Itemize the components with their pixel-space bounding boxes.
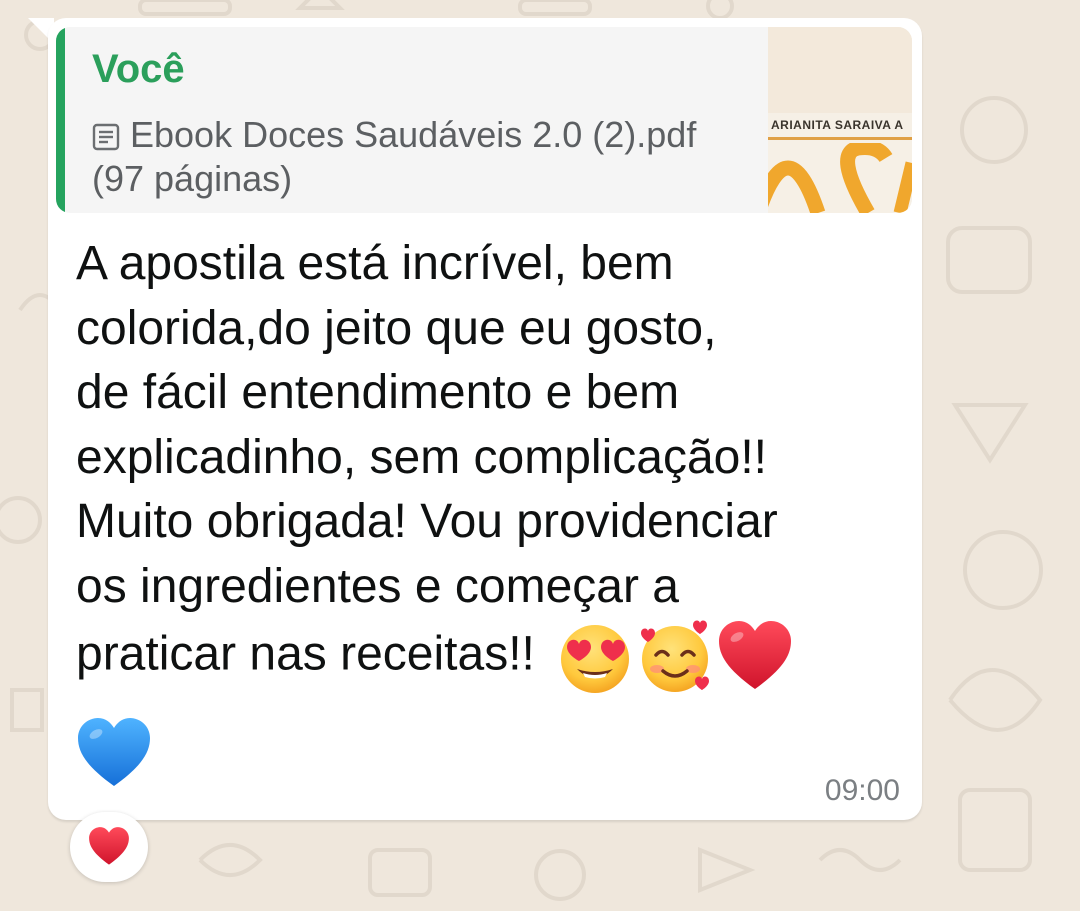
quoted-message[interactable]: Você Ebook Doces Saudáveis 2.0 (2).pdf (9… [56, 27, 912, 213]
heart-eyes-emoji [560, 625, 629, 693]
message-bubble[interactable]: Você Ebook Doces Saudáveis 2.0 (2).pdf (9… [48, 18, 922, 820]
smiling-face-with-hearts-emoji [640, 620, 709, 692]
thumbnail-author-text: ARIANITA SARAIVA A [771, 118, 904, 132]
red-heart-emoji [718, 621, 791, 689]
blue-heart-emoji [78, 718, 150, 786]
document-icon [92, 123, 120, 151]
quote-author: Você [92, 47, 185, 91]
red-heart-icon [89, 827, 129, 865]
message-timestamp: 09:00 [824, 774, 900, 807]
ebook-thumbnail[interactable]: ARIANITA SARAIVA A [768, 27, 912, 213]
quoted-file-info: Ebook Doces Saudáveis 2.0 (2).pdf (97 pág… [92, 113, 762, 201]
message-body: A apostila está incrível, bem colorida,d… [76, 237, 778, 681]
reaction-badge[interactable] [70, 812, 148, 882]
quote-accent-bar [56, 27, 65, 213]
quoted-page-count: (97 páginas) [92, 158, 293, 199]
quoted-file-name: Ebook Doces Saudáveis 2.0 (2).pdf [130, 114, 697, 155]
thumbnail-title-art [768, 143, 912, 213]
message-text: A apostila está incrível, bem colorida,d… [76, 232, 896, 695]
